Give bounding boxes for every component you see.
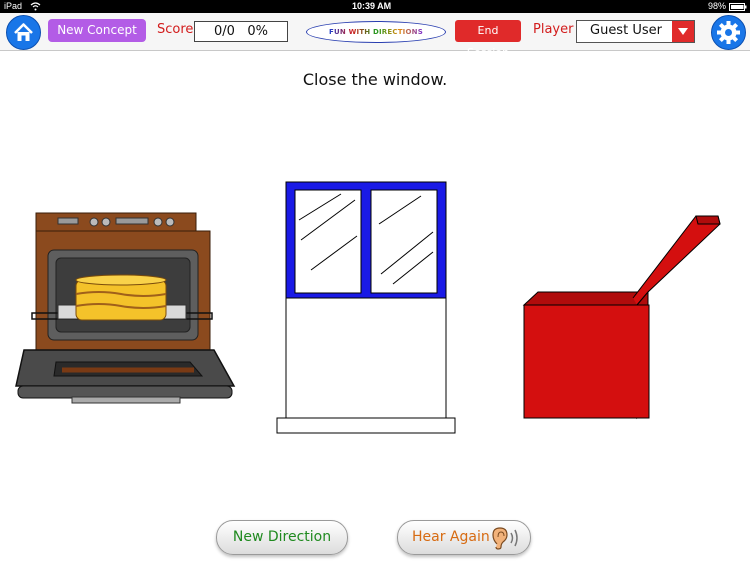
battery-percent: 98% [708,1,727,11]
player-select[interactable]: Guest User [576,20,695,43]
dropdown-arrow-button[interactable] [672,21,694,42]
choice-oven[interactable] [14,210,238,406]
logo-text: FUN WITH DIRECTIONS [329,28,423,36]
end-session-button[interactable]: End Session [455,20,521,59]
player-value: Guest User [590,23,662,38]
device-name: iPad [4,1,23,11]
status-bar: iPad 10:39 AM 98% [0,0,750,13]
choice-box[interactable] [520,212,725,424]
home-icon [14,23,33,41]
hear-again-label: Hear Again [412,529,490,545]
status-time: 10:39 AM [352,1,392,11]
battery-icon [729,3,747,11]
player-label: Player [533,22,574,37]
ear-icon [492,527,518,550]
score-value: 0/0 0% [194,21,288,42]
dropdown-arrow-icon [678,28,688,35]
score-label: Score [157,22,194,37]
wifi-icon [30,2,41,11]
settings-button[interactable] [711,15,746,50]
app-logo: FUN WITH DIRECTIONS [306,21,446,43]
new-concept-button[interactable]: New Concept [48,19,146,42]
toolbar: New Concept Score 0/0 0% FUN WITH DIRECT… [0,13,750,59]
instruction-text: Close the window. [302,70,448,89]
home-button[interactable] [6,15,41,50]
choice-window[interactable] [275,180,459,436]
gear-icon [717,21,740,44]
hear-again-button[interactable]: Hear Again [397,520,531,555]
new-direction-button[interactable]: New Direction [216,520,348,555]
